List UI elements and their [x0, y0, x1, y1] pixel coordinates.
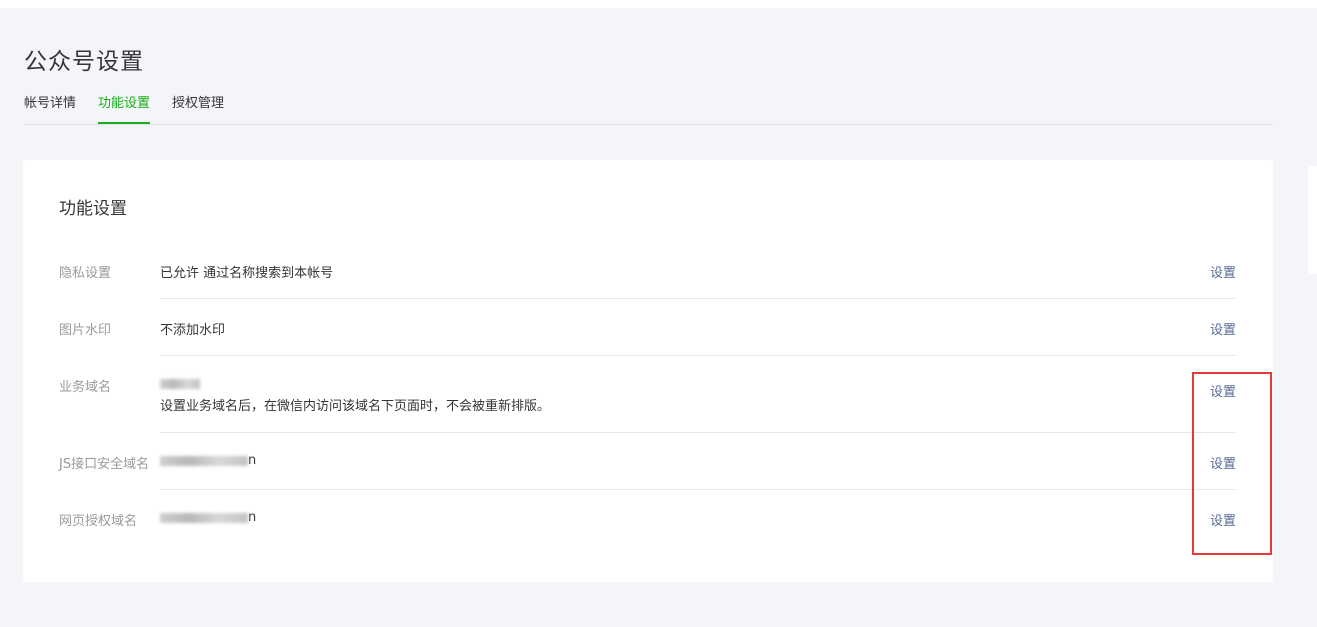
row-value: n [160, 510, 256, 525]
redacted-domain [160, 455, 248, 466]
row-label: 网页授权域名 [59, 514, 138, 529]
row-value: n [160, 453, 256, 468]
domain-suffix: n [248, 510, 257, 525]
annotation-highlight-box [1192, 372, 1272, 555]
row-divider [160, 432, 1236, 433]
row-value: 已允许 通过名称搜索到本帐号 [160, 266, 334, 281]
tab-authorization-management[interactable]: 授权管理 [172, 92, 224, 123]
row-divider [160, 489, 1236, 490]
domain-suffix: n [248, 453, 257, 468]
row-divider [160, 355, 1236, 356]
row-value: 不添加水印 [160, 323, 226, 338]
page-title: 公众号设置 [24, 49, 144, 75]
row-value: 设置业务域名后，在微信内访问该域名下页面时，不会被重新排版。 [160, 376, 550, 414]
watermark-set-link[interactable]: 设置 [1210, 319, 1236, 338]
settings-card: 功能设置 隐私设置 已允许 通过名称搜索到本帐号 设置 图片水印 不添加水印 设… [23, 160, 1273, 582]
row-note: 设置业务域名后，在微信内访问该域名下页面时，不会被重新排版。 [160, 399, 551, 414]
tab-account-details[interactable]: 帐号详情 [24, 92, 76, 123]
tab-function-settings[interactable]: 功能设置 [98, 92, 151, 124]
privacy-set-link[interactable]: 设置 [1210, 262, 1236, 281]
side-floating-tab[interactable] [1308, 166, 1317, 274]
top-strip [0, 0, 1317, 8]
card-title: 功能设置 [59, 199, 127, 219]
row-label: 业务域名 [59, 380, 112, 395]
tab-bar: 帐号详情 功能设置 授权管理 [24, 92, 1273, 125]
row-label: JS接口安全域名 [59, 457, 150, 472]
row-divider [160, 298, 1236, 299]
redacted-domain [160, 512, 248, 523]
row-label: 图片水印 [59, 323, 112, 338]
redacted-domain [160, 378, 200, 389]
row-label: 隐私设置 [59, 266, 112, 281]
